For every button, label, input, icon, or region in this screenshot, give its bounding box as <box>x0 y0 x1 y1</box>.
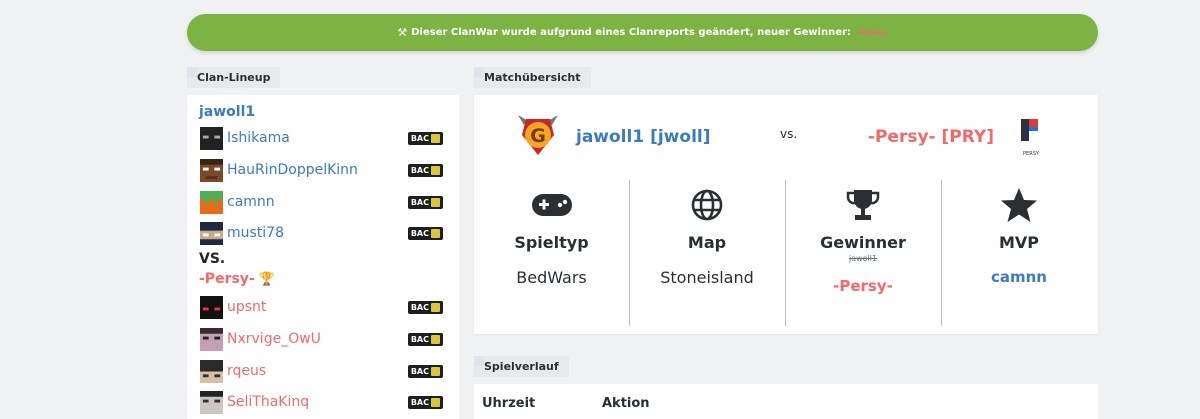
clan-lineup-panel: jawoll1 Ishikama BAC HauRinDoppelKinn BA… <box>187 95 459 419</box>
lock-icon <box>431 165 440 175</box>
bac-badge: BAC <box>407 395 443 409</box>
player-name[interactable]: camnn <box>227 194 275 210</box>
spielverlauf-title: Spielverlauf <box>474 356 569 377</box>
bac-badge: BAC <box>407 332 443 346</box>
bac-badge: BAC <box>407 131 443 145</box>
spielverlauf-panel: Uhrzeit Aktion <box>474 384 1098 419</box>
player-name[interactable]: musti78 <box>227 225 284 241</box>
stat-mvp: MVP camnn <box>941 180 1096 326</box>
stat-label: Map <box>687 233 727 252</box>
player-row[interactable]: musti78 BAC <box>200 221 446 245</box>
lock-icon <box>431 334 440 344</box>
old-winner: jawoll1 <box>848 254 878 263</box>
trophy-icon <box>786 185 940 225</box>
match-overview-title: Matchübersicht <box>474 67 591 88</box>
bac-badge: BAC <box>407 226 443 240</box>
mvp-player[interactable]: camnn <box>942 268 1096 286</box>
player-name[interactable]: Nxrvige_OwU <box>227 331 321 347</box>
lineup-title: Clan-Lineup <box>187 67 281 88</box>
player-skin-avatar <box>200 390 223 414</box>
lock-icon <box>431 133 440 143</box>
player-row[interactable]: rqeus BAC <box>200 359 446 383</box>
lock-icon <box>431 302 440 312</box>
bac-badge: BAC <box>407 300 443 314</box>
player-row[interactable]: Nxrvige_OwU BAC <box>200 327 446 351</box>
bac-badge: BAC <box>407 195 443 209</box>
player-name[interactable]: rqeus <box>227 363 266 379</box>
team-b-logo[interactable]: PERSY <box>1019 117 1043 157</box>
trophy-icon: 🏆 <box>258 272 275 287</box>
player-skin-avatar <box>200 126 223 150</box>
banner-text: Dieser ClanWar wurde aufgrund eines Clan… <box>411 27 851 38</box>
player-skin-avatar <box>200 190 223 214</box>
match-overview-panel: G jawoll1 [jwoll] vs. -Persy- [PRY] PERS… <box>474 95 1098 334</box>
lock-icon <box>431 366 440 376</box>
lineup-vs-label: VS. <box>199 251 226 267</box>
lock-icon <box>431 228 440 238</box>
globe-icon <box>630 185 784 225</box>
team-a-logo[interactable]: G <box>514 111 562 157</box>
match-vs-label: vs. <box>780 127 798 141</box>
player-row[interactable]: camnn BAC <box>200 190 446 214</box>
gamepad-icon <box>474 185 629 225</box>
star-icon <box>942 185 1096 225</box>
player-name[interactable]: Ishikama <box>227 130 290 146</box>
player-skin-avatar <box>200 295 223 319</box>
player-row[interactable]: HauRinDoppelKinn BAC <box>200 158 446 182</box>
hammer-icon: ⚒ <box>397 26 408 39</box>
player-row[interactable]: Ishikama BAC <box>200 126 446 150</box>
banner-winner[interactable]: -Persy- <box>857 28 888 38</box>
player-row[interactable]: SeliThaKinq BAC <box>200 390 446 414</box>
clanwar-changed-banner: ⚒ Dieser ClanWar wurde aufgrund eines Cl… <box>187 14 1098 51</box>
team-a-name[interactable]: jawoll1 <box>199 104 255 120</box>
col-header-uhrzeit: Uhrzeit <box>482 396 536 411</box>
team-a-title[interactable]: jawoll1 [jwoll] <box>576 127 711 147</box>
stat-label: Spieltyp <box>514 233 589 252</box>
player-skin-avatar <box>200 221 223 245</box>
player-skin-avatar <box>200 327 223 351</box>
stat-map: Map Stoneisland <box>629 180 784 326</box>
player-row[interactable]: upsnt BAC <box>200 295 446 319</box>
team-b-name[interactable]: -Persy- 🏆 <box>199 271 275 287</box>
team-b-title[interactable]: -Persy- [PRY] <box>868 127 994 147</box>
stat-label: MVP <box>998 233 1040 252</box>
col-header-aktion: Aktion <box>602 396 650 411</box>
player-name[interactable]: HauRinDoppelKinn <box>227 162 358 178</box>
new-winner[interactable]: -Persy- <box>786 277 940 295</box>
bac-badge: BAC <box>407 163 443 177</box>
stat-value: Stoneisland <box>660 268 754 287</box>
svg-text:G: G <box>530 125 546 147</box>
stat-value: BedWars <box>516 268 587 287</box>
bac-badge: BAC <box>407 364 443 378</box>
stat-spieltyp: Spieltyp BedWars <box>474 180 629 326</box>
player-skin-avatar <box>200 158 223 182</box>
stat-label: Gewinner <box>820 233 906 252</box>
stat-gewinner: Gewinner jawoll1 -Persy- <box>785 180 940 326</box>
lock-icon <box>431 397 440 407</box>
player-name[interactable]: SeliThaKinq <box>227 394 309 410</box>
player-skin-avatar <box>200 359 223 383</box>
player-name[interactable]: upsnt <box>227 299 266 315</box>
lock-icon <box>431 197 440 207</box>
